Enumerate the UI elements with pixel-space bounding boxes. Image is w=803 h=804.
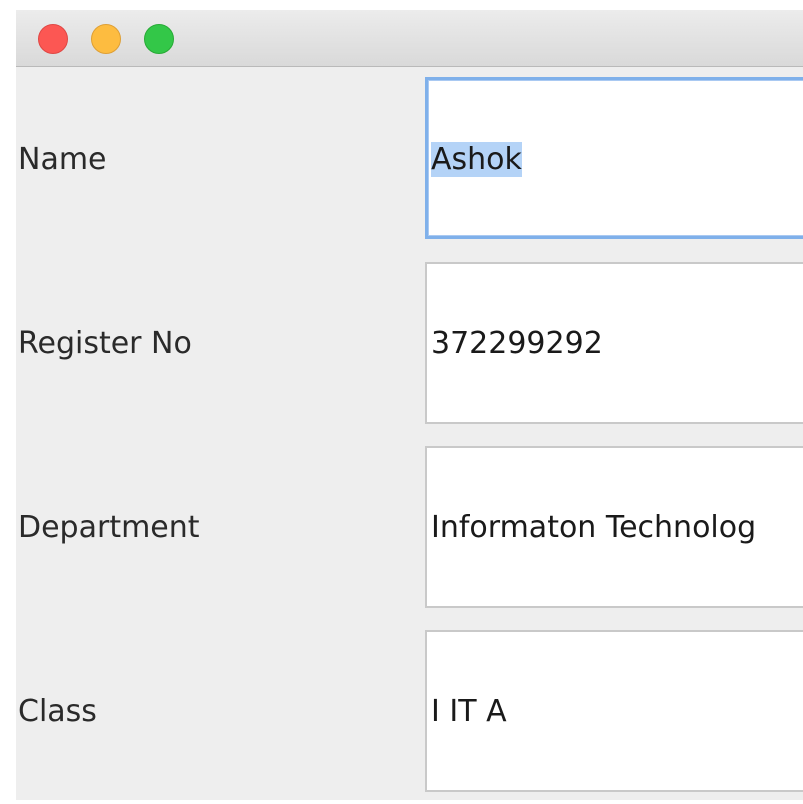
department-field[interactable]: Informaton Technolog [425,446,803,608]
class-label: Class [18,694,97,729]
name-field[interactable]: Ashok [425,77,803,239]
maximize-button[interactable] [144,24,174,54]
register-no-value: 372299292 [431,326,603,361]
class-field[interactable]: I IT A [425,630,803,792]
close-button[interactable] [38,24,68,54]
name-label: Name [18,142,107,177]
minimize-button[interactable] [91,24,121,54]
department-value: Informaton Technolog [431,510,757,545]
register-no-field[interactable]: 372299292 [425,262,803,424]
department-label: Department [18,510,200,545]
class-value: I IT A [431,694,507,729]
name-value: Ashok [431,142,522,177]
register-no-label: Register No [18,326,192,361]
title-bar[interactable] [16,10,803,67]
app-window: Name Ashok Register No 372299292 Departm… [16,10,803,800]
